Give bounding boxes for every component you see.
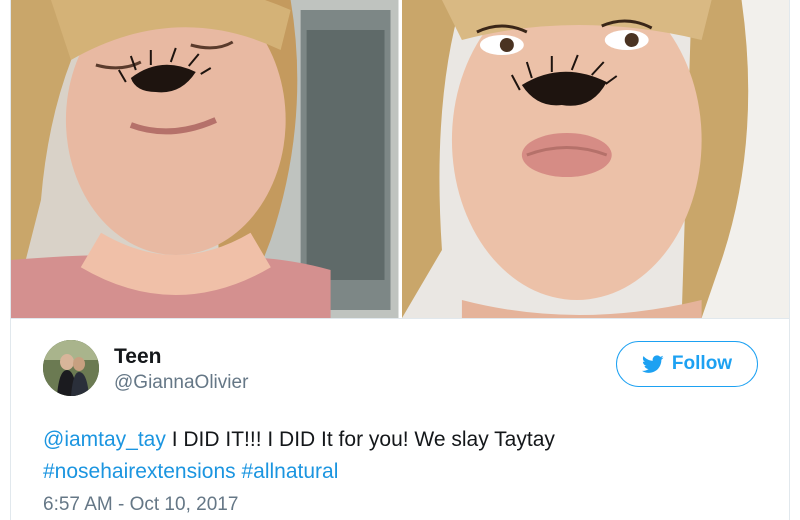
tweet-photo-1[interactable] — [11, 0, 399, 318]
photo-2-image — [401, 0, 789, 318]
bird-icon — [641, 354, 664, 373]
tweet-card: Teen @GiannaOlivier Follow @iamtay_tay I… — [10, 0, 790, 520]
avatar-image — [43, 340, 99, 396]
tweet-body: I DID IT!!! I DID It for you! We slay Ta… — [165, 428, 555, 451]
follow-button[interactable]: Follow — [616, 341, 758, 387]
tweet-text: @iamtay_tay I DID IT!!! I DID It for you… — [43, 424, 773, 488]
user-display-name[interactable]: Teen — [114, 345, 161, 369]
media-divider — [11, 318, 789, 319]
avatar[interactable] — [43, 340, 99, 396]
hashtag-link[interactable]: #nosehairextensions — [43, 460, 236, 483]
follow-button-label: Follow — [671, 353, 733, 374]
media-grid — [11, 0, 789, 318]
user-handle[interactable]: @GiannaOlivier — [114, 372, 248, 394]
tweet-timestamp[interactable]: 6:57 AM - Oct 10, 2017 — [43, 494, 238, 516]
tweet-photo-2[interactable] — [401, 0, 789, 318]
hashtag-link[interactable]: #allnatural — [241, 460, 338, 483]
mention-link[interactable]: @iamtay_tay — [43, 428, 166, 451]
photo-1-image — [11, 0, 399, 318]
